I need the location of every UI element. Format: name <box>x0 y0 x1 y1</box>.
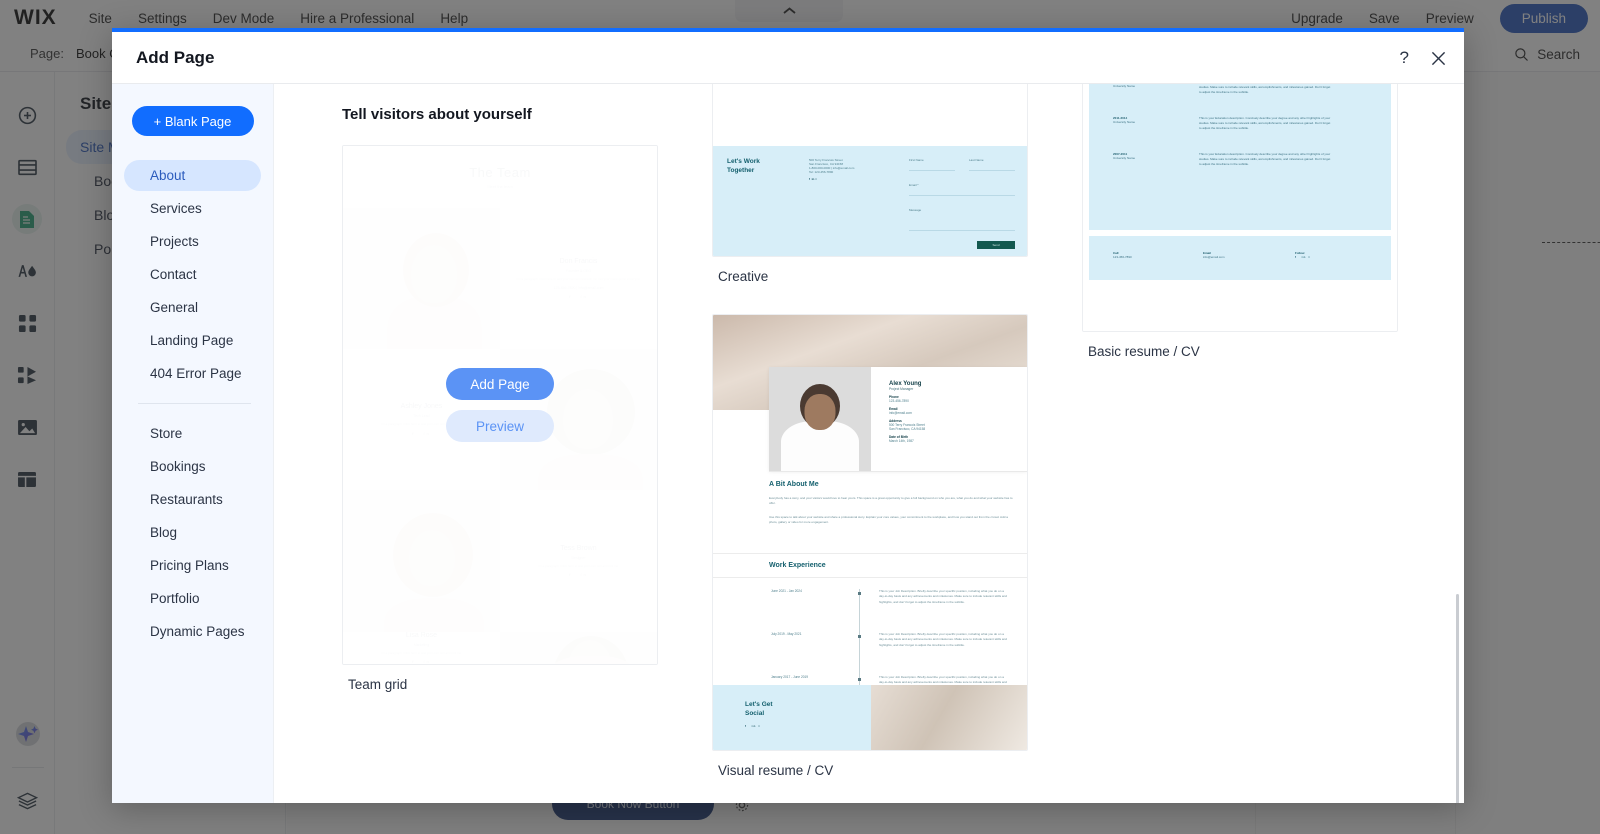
template-label-visual-resume: Visual resume / CV <box>718 763 1028 778</box>
mock-vr-detail-value-1: info@email.com <box>889 411 925 415</box>
template-thumbnail-creative: Let's Work Together 500 Terry Francois S… <box>713 84 1027 256</box>
category-divider <box>138 403 251 404</box>
mock-creative-form: First Name Last Name Email * Message Sen… <box>909 158 1015 249</box>
gallery-column-3: Education 2015-2017 University Name This… <box>1082 145 1398 389</box>
mock-vr-footer-social: f  in □ <box>745 724 871 728</box>
close-icon[interactable] <box>1431 51 1446 66</box>
template-label-creative: Creative <box>718 269 1028 284</box>
mock-vr-job-dates-2: January 2017 - June 2019 <box>771 675 843 679</box>
mock-vr-footer-title: Let's Get Social <box>745 701 871 719</box>
blank-page-button[interactable]: + Blank Page <box>132 106 254 136</box>
gallery-column-1: The Team Meet the team <box>342 145 658 722</box>
mock-br-footer-value-1: info@email.com <box>1203 255 1225 260</box>
category-item-bookings[interactable]: Bookings <box>124 451 261 482</box>
help-icon[interactable]: ? <box>1400 48 1409 68</box>
template-card-basic-resume[interactable]: Education 2015-2017 University Name This… <box>1082 84 1398 332</box>
category-item-contact[interactable]: Contact <box>124 259 261 290</box>
overlay-preview-button[interactable]: Preview <box>446 410 554 442</box>
mock-br-footer-value-2: f  in □ <box>1295 255 1311 259</box>
modal-category-sidebar: + Blank Page About Services Projects Con… <box>112 84 274 803</box>
modal-template-gallery[interactable]: Tell visitors about yourself The Team <box>274 84 1464 803</box>
mock-creative-social: f  in □ <box>809 177 885 181</box>
category-item-restaurants[interactable]: Restaurants <box>124 484 261 515</box>
mock-br-footer-value-0: 123-456-7890 <box>1113 255 1132 260</box>
mock-creative-submit: Send <box>977 241 1015 249</box>
category-item-general[interactable]: General <box>124 292 261 323</box>
category-item-services[interactable]: Services <box>124 193 261 224</box>
mock-br-body-2: This is your Education description. Conc… <box>1199 152 1331 167</box>
mock-creative-heading: Let's Work Together <box>727 158 799 176</box>
modal-header: Add Page ? <box>112 32 1464 84</box>
mock-br-school-1: University Name <box>1113 120 1171 125</box>
mock-vr-footer-image <box>871 685 1027 750</box>
overlay-add-page-button[interactable]: Add Page <box>446 368 554 400</box>
category-item-404-error-page[interactable]: 404 Error Page <box>124 358 261 389</box>
category-item-pricing-plans[interactable]: Pricing Plans <box>124 550 261 581</box>
template-card-creative[interactable]: Let's Work Together 500 Terry Francois S… <box>712 84 1028 257</box>
template-hover-overlay: Add Page Preview <box>343 146 657 664</box>
mock-br-body-0: This is your Education description. Conc… <box>1199 84 1331 95</box>
template-thumbnail-visual-resume: Alex Young Project Manager Phone 123-456… <box>713 315 1027 750</box>
mock-vr-role: Project Manager <box>889 387 925 391</box>
gallery-column-2: Let's Work Together 500 Terry Francois S… <box>712 145 1028 803</box>
template-label-team-grid: Team grid <box>348 677 658 692</box>
gallery-scrollbar[interactable] <box>1454 84 1462 803</box>
mock-vr-job-body-1: This is your Job Description. Briefly de… <box>879 632 1007 648</box>
category-item-blog[interactable]: Blog <box>124 517 261 548</box>
template-label-basic-resume: Basic resume / CV <box>1088 344 1398 359</box>
template-card-visual-resume[interactable]: Alex Young Project Manager Phone 123-456… <box>712 314 1028 751</box>
mock-vr-job-body-0: This is your Job Description. Briefly de… <box>879 589 1007 605</box>
category-item-landing-page[interactable]: Landing Page <box>124 325 261 356</box>
category-item-dynamic-pages[interactable]: Dynamic Pages <box>124 616 261 647</box>
mock-br-footer-band <box>1089 236 1391 280</box>
mock-br-school-2: University Name <box>1113 156 1171 161</box>
mock-creative-address: 500 Terry Francois Street San Francisco,… <box>809 158 885 181</box>
mock-vr-about-title: A Bit About Me <box>769 481 1013 488</box>
mock-vr-work-title: Work Experience <box>769 562 826 569</box>
mock-br-body-1: This is your Education description. Conc… <box>1199 116 1331 131</box>
mock-vr-detail-value-3: March 14th, 1987 <box>889 439 925 443</box>
mock-vr-job-dates-1: July 2019 - May 2021 <box>771 632 843 636</box>
template-thumbnail-team-grid: The Team Meet the team <box>343 146 657 664</box>
mock-vr-about-2: Use this space to talk about your websit… <box>769 515 1013 526</box>
category-item-store[interactable]: Store <box>124 418 261 449</box>
add-page-modal: Add Page ? + Blank Page About Services P… <box>112 28 1464 803</box>
gallery-scrollbar-thumb[interactable] <box>1456 594 1459 803</box>
mock-vr-detail-value-0: 123-456-7890 <box>889 399 925 403</box>
mock-vr-detail-value-2: 500 Terry Francois Street San Francisco,… <box>889 423 925 431</box>
mock-vr-about-1: Everybody has a story, and your visitors… <box>769 496 1013 507</box>
modal-header-actions: ? <box>1400 32 1446 84</box>
template-thumbnail-basic-resume: Education 2015-2017 University Name This… <box>1083 84 1397 331</box>
category-item-about[interactable]: About <box>124 160 261 191</box>
modal-body: + Blank Page About Services Projects Con… <box>112 84 1464 803</box>
category-item-portfolio[interactable]: Portfolio <box>124 583 261 614</box>
mock-vr-job-dates-0: June 2021 - Jan 2024 <box>771 589 843 593</box>
mock-vr-footer-left: Let's Get Social f  in □ <box>713 685 871 750</box>
template-card-team-grid[interactable]: The Team Meet the team <box>342 145 658 665</box>
mock-br-school-0: University Name <box>1113 84 1171 89</box>
modal-title: Add Page <box>136 48 214 68</box>
category-item-projects[interactable]: Projects <box>124 226 261 257</box>
